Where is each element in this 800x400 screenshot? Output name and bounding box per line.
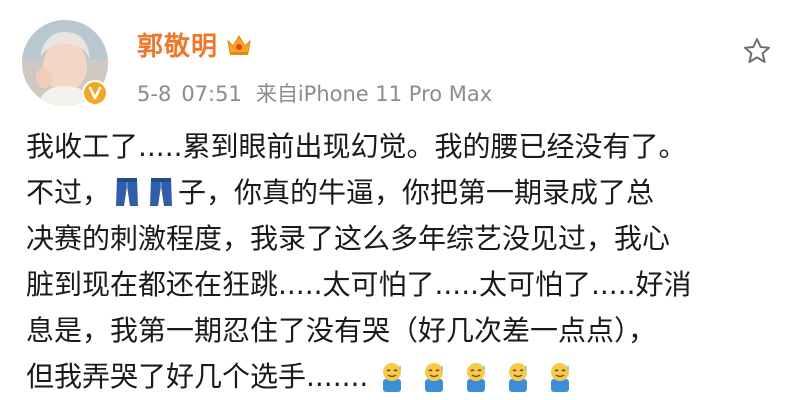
content-text: 子，你真的牛逼，你把第一期录成了总 <box>178 176 655 209</box>
sweat-smile-emoji-icon <box>545 361 575 400</box>
post-time: 07:51 <box>181 82 242 106</box>
weibo-post: 郭敬明 5-8 07:51 来自iPhone 11 Pro Max 我收工了....… <box>0 0 800 400</box>
content-line: 不过， 子，你真的牛逼，你把第一期录成了总 <box>26 170 786 216</box>
jeans-icon <box>114 176 140 216</box>
crown-icon <box>226 33 252 57</box>
content-text: 但我弄哭了好几个选手....... <box>26 360 369 393</box>
content-line: 脏到现在都还在狂跳.....太可怕了.....太可怕了.....好消 <box>26 268 692 301</box>
content-line: 决赛的刺激程度，我录了这么多年综艺没见过，我心 <box>26 222 671 255</box>
content-line: 但我弄哭了好几个选手....... <box>26 354 786 400</box>
verified-badge-icon <box>82 80 108 106</box>
sweat-smile-emoji-icon <box>461 361 491 400</box>
star-icon[interactable] <box>742 36 772 70</box>
jeans-icon <box>148 176 174 216</box>
username-row: 郭敬明 <box>137 26 252 63</box>
sweat-smile-emoji-icon <box>377 361 407 400</box>
content-line: 息是，我第一期忍住了没有哭（好几次差一点点）， <box>26 314 657 347</box>
post-content: 我收工了.....累到眼前出现幻觉。我的腰已经没有了。 不过， 子，你真的牛逼，你… <box>26 124 786 400</box>
author-name[interactable]: 郭敬明 <box>137 26 218 63</box>
content-line: 我收工了.....累到眼前出现幻觉。我的腰已经没有了。 <box>26 130 687 163</box>
post-source: 来自iPhone 11 Pro Max <box>255 82 493 106</box>
post-meta: 5-8 07:51 来自iPhone 11 Pro Max <box>137 78 492 108</box>
content-text: 不过， <box>26 176 111 209</box>
sweat-smile-emoji-icon <box>419 361 449 400</box>
post-date: 5-8 <box>137 82 172 106</box>
sweat-smile-emoji-icon <box>503 361 533 400</box>
